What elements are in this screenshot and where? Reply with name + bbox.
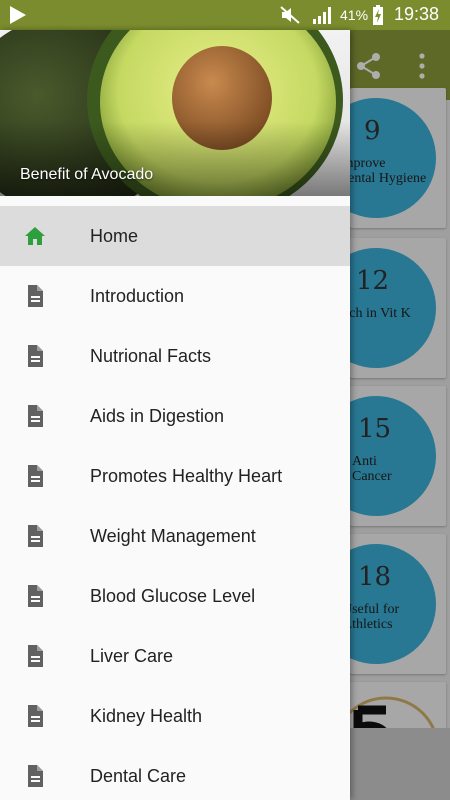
menu-item-label: Dental Care: [90, 766, 187, 786]
menu-item-kidney-health[interactable]: Kidney Health: [0, 686, 350, 746]
menu-item-introduction[interactable]: Introduction: [0, 266, 350, 326]
menu-item-label: Weight Management: [90, 526, 256, 546]
menu-item-weight-management[interactable]: Weight Management: [0, 506, 350, 566]
document-icon: [28, 405, 43, 427]
document-icon: [28, 345, 43, 367]
document-icon: [28, 765, 43, 787]
menu-item-home[interactable]: Home: [0, 206, 350, 266]
menu-item-label: Blood Glucose Level: [90, 586, 256, 606]
menu-item-label: Kidney Health: [90, 706, 203, 726]
mute-icon: [280, 6, 300, 24]
battery-percent: 41%: [340, 7, 369, 23]
menu-item-label: Introduction: [90, 286, 185, 306]
clock: 19:38: [394, 4, 440, 24]
menu-item-label: Nutrional Facts: [90, 346, 212, 366]
menu-item-healthy-heart[interactable]: Promotes Healthy Heart: [0, 446, 350, 506]
document-icon: [28, 525, 43, 547]
document-icon: [28, 285, 43, 307]
drawer-menu: Home Introduction Nutrional Facts Aids i…: [0, 206, 350, 800]
menu-item-label: Promotes Healthy Heart: [90, 466, 283, 486]
home-icon: [25, 227, 45, 245]
menu-item-liver-care[interactable]: Liver Care: [0, 626, 350, 686]
navigation-drawer: Benefit of Avocado Home Introduction Nut…: [0, 30, 350, 800]
menu-item-label: Liver Care: [90, 646, 174, 666]
drawer-header-title: Benefit of Avocado: [20, 166, 154, 183]
document-icon: [28, 705, 43, 727]
menu-item-nutritional-facts[interactable]: Nutrional Facts: [0, 326, 350, 386]
play-store-notification-icon: [10, 6, 26, 24]
menu-item-blood-glucose[interactable]: Blood Glucose Level: [0, 566, 350, 626]
document-icon: [28, 645, 43, 667]
menu-item-label: Aids in Digestion: [90, 406, 225, 426]
document-icon: [28, 585, 43, 607]
signal-strength-icon: [313, 7, 331, 24]
menu-item-aids-in-digestion[interactable]: Aids in Digestion: [0, 386, 350, 446]
menu-item-dental-care[interactable]: Dental Care: [0, 746, 350, 800]
battery-charging-icon: [373, 5, 383, 25]
menu-item-label: Home: [90, 226, 139, 246]
document-icon: [28, 465, 43, 487]
drawer-header: Benefit of Avocado: [0, 30, 350, 196]
status-bar: 41% 19:38: [0, 0, 450, 30]
